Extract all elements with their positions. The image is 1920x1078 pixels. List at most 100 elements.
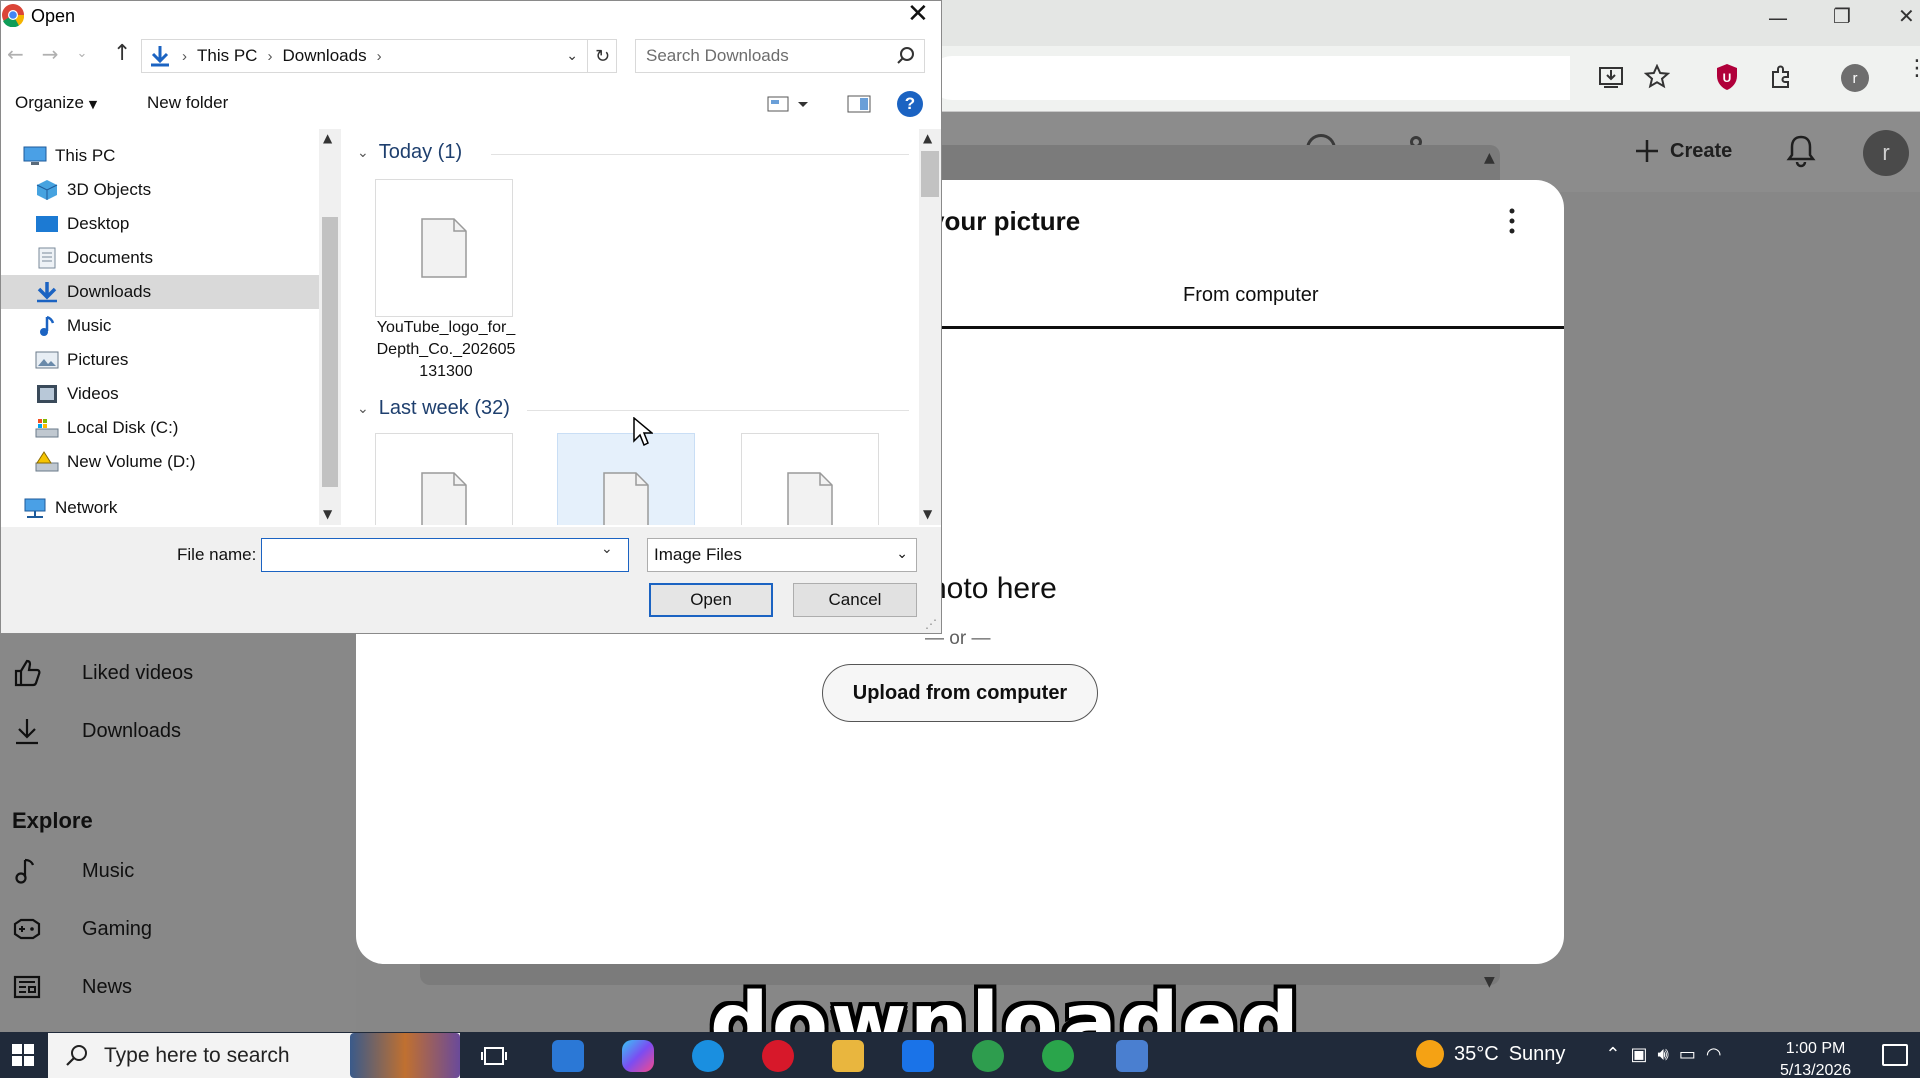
dialog-close-icon[interactable]: ✕: [907, 0, 929, 29]
edge-browser-icon[interactable]: [692, 1040, 724, 1072]
tray-expand-icon[interactable]: ⌃: [1605, 1044, 1620, 1065]
task-view-icon[interactable]: [480, 1042, 508, 1075]
nav-item-this-pc[interactable]: This PC: [1, 139, 319, 173]
network-icon: [24, 498, 46, 518]
recent-locations-icon[interactable]: ⌄: [77, 46, 88, 66]
close-window-icon[interactable]: ✕: [1898, 6, 1915, 26]
scroll-down-arrow-icon[interactable]: ▼: [1484, 974, 1495, 990]
chrome-menu-icon[interactable]: ⋮: [1906, 58, 1920, 80]
outlook-icon[interactable]: [902, 1040, 934, 1072]
nav-label: 3D Objects: [67, 180, 152, 199]
breadcrumb-downloads[interactable]: Downloads: [282, 46, 366, 66]
restore-icon[interactable]: ❐: [1833, 6, 1851, 26]
cancel-button[interactable]: Cancel: [793, 583, 917, 617]
file-thumbnail[interactable]: [741, 433, 879, 525]
search-placeholder: Search Downloads: [646, 46, 789, 65]
chrome-profile-taskbar-icon[interactable]: [1042, 1040, 1074, 1072]
sidebar-label: Music: [82, 859, 135, 882]
sidebar-item-music[interactable]: Music: [12, 856, 134, 886]
nav-scroll-down-icon[interactable]: ▼: [323, 507, 332, 521]
change-view-icon[interactable]: [767, 95, 813, 118]
help-icon[interactable]: ?: [897, 91, 923, 117]
file-name-input[interactable]: [261, 538, 629, 572]
search-downloads-input[interactable]: Search Downloads: [635, 39, 925, 73]
scroll-up-arrow-icon[interactable]: ▲: [1484, 150, 1495, 166]
back-arrow-icon[interactable]: ←: [7, 42, 24, 66]
minimize-icon[interactable]: —: [1768, 8, 1788, 28]
forward-arrow-icon[interactable]: →: [42, 42, 59, 66]
group-header-today[interactable]: ⌄ Today (1): [357, 141, 462, 164]
meet-now-icon[interactable]: ▣: [1631, 1044, 1648, 1065]
bookmark-star-icon[interactable]: [1640, 60, 1674, 94]
file-name-label[interactable]: YouTube_logo_for_Depth_Co._202605131300: [375, 317, 517, 383]
install-app-icon[interactable]: [1594, 60, 1628, 94]
notifications-bell-icon[interactable]: [1783, 132, 1819, 168]
file-scroll-up-icon[interactable]: ▲: [923, 131, 932, 145]
generic-file-icon: [603, 472, 649, 525]
file-thumbnail[interactable]: [375, 179, 513, 317]
weather-sun-icon[interactable]: [1416, 1040, 1444, 1068]
nav-item-pictures[interactable]: Pictures: [1, 343, 319, 377]
weather-condition[interactable]: Sunny: [1509, 1043, 1566, 1066]
taskbar-search-box[interactable]: Type here to search: [48, 1033, 460, 1078]
file-explorer-icon[interactable]: [832, 1040, 864, 1072]
nav-label: Pictures: [67, 350, 129, 369]
upload-from-computer-button[interactable]: Upload from computer: [822, 664, 1098, 722]
file-thumbnail[interactable]: [375, 433, 513, 525]
nav-item-network[interactable]: Network: [1, 491, 319, 525]
refresh-icon[interactable]: ↻: [587, 39, 617, 73]
ublock-extension-icon[interactable]: U: [1710, 60, 1744, 94]
volume-icon[interactable]: 🔊︎: [1658, 1044, 1669, 1065]
resize-grip-icon[interactable]: ⋰: [925, 617, 937, 631]
address-dropdown-icon[interactable]: ⌄: [566, 48, 578, 64]
app-taskbar-icon[interactable]: [1116, 1040, 1148, 1072]
file-pane-scroll-thumb[interactable]: [921, 151, 939, 197]
nav-scroll-up-icon[interactable]: ▲: [323, 131, 332, 145]
modal-more-icon[interactable]: [1500, 204, 1524, 238]
nav-item-new-volume-d[interactable]: New Volume (D:): [1, 445, 319, 479]
nav-item-videos[interactable]: Videos: [1, 377, 319, 411]
nav-item-music[interactable]: Music: [1, 309, 319, 343]
new-folder-button[interactable]: New folder: [147, 93, 228, 113]
extensions-puzzle-icon[interactable]: [1764, 60, 1798, 94]
opera-icon[interactable]: [762, 1040, 794, 1072]
videos-icon: [37, 385, 57, 403]
preview-pane-icon[interactable]: [847, 95, 871, 118]
address-bar[interactable]: [930, 56, 1570, 100]
create-button[interactable]: Create: [1634, 133, 1732, 169]
nav-pane-scroll-thumb[interactable]: [322, 217, 338, 487]
microsoft-store-icon[interactable]: [552, 1040, 584, 1072]
nav-item-desktop[interactable]: Desktop: [1, 207, 319, 241]
copilot-icon[interactable]: [622, 1040, 654, 1072]
chrome-taskbar-icon[interactable]: [972, 1040, 1004, 1072]
channel-avatar[interactable]: r: [1863, 130, 1909, 176]
breadcrumb-this-pc[interactable]: This PC: [197, 46, 257, 66]
tab-from-computer[interactable]: From computer: [1183, 284, 1319, 307]
display-icon[interactable]: ▭: [1679, 1044, 1696, 1065]
sidebar-item-liked-videos[interactable]: Liked videos: [12, 658, 193, 688]
notification-center-icon[interactable]: [1882, 1044, 1908, 1066]
modal-title: your picture: [930, 206, 1081, 236]
system-clock[interactable]: 1:00 PM 5/13/2026: [1780, 1038, 1851, 1078]
group-header-last-week[interactable]: ⌄ Last week (32): [357, 397, 510, 420]
nav-item-downloads[interactable]: Downloads: [1, 275, 319, 309]
sidebar-item-news[interactable]: News: [12, 972, 132, 1002]
weather-temperature[interactable]: 35°C: [1454, 1043, 1499, 1066]
file-scroll-down-icon[interactable]: ▼: [923, 507, 932, 521]
dialog-address-bar[interactable]: › This PC › Downloads › ⌄: [141, 39, 617, 73]
organize-button[interactable]: Organize ▼: [15, 93, 97, 113]
nav-item-local-disk-c[interactable]: Local Disk (C:): [1, 411, 319, 445]
up-folder-icon[interactable]: ↑: [113, 41, 131, 66]
wifi-icon[interactable]: ◠: [1706, 1044, 1722, 1065]
profile-avatar[interactable]: r: [1841, 64, 1869, 92]
nav-item-documents[interactable]: Documents: [1, 241, 319, 275]
nav-item-3d-objects[interactable]: 3D Objects: [1, 173, 319, 207]
file-type-select[interactable]: Image Files ⌄: [647, 538, 917, 572]
sidebar-item-downloads[interactable]: Downloads: [12, 716, 181, 746]
sidebar-item-gaming[interactable]: Gaming: [12, 914, 152, 944]
file-name-dropdown-icon[interactable]: ⌄: [601, 541, 613, 557]
windows-start-icon[interactable]: [0, 1032, 46, 1078]
open-button[interactable]: Open: [649, 583, 773, 617]
file-thumbnail-hovered[interactable]: [557, 433, 695, 525]
file-type-value: Image Files: [654, 545, 742, 564]
